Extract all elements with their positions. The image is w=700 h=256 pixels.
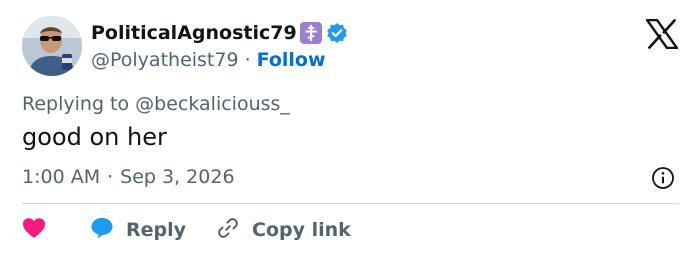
copy-link-label: Copy link — [252, 219, 351, 241]
orthodox-cross-icon — [299, 22, 322, 44]
user-handle[interactable]: @Polyatheist79 — [91, 49, 239, 71]
handle-row: @Polyatheist79 · Follow — [91, 48, 326, 72]
tweet-actions: Reply Copy link — [22, 216, 351, 244]
heart-icon — [22, 217, 46, 243]
info-icon[interactable] — [651, 166, 675, 190]
display-name[interactable]: PoliticalAgnostic79 — [91, 22, 297, 44]
user-name-row: PoliticalAgnostic79 — [91, 20, 348, 46]
replying-to-label[interactable]: Replying to @beckaliciouss_ — [22, 93, 290, 115]
follow-button[interactable]: Follow — [257, 49, 326, 71]
tweet-time: 1:00 AM — [22, 166, 101, 188]
handle-separator: · — [244, 49, 251, 71]
avatar-photo — [22, 16, 82, 76]
tweet-timestamp[interactable]: 1:00 AM · Sep 3, 2026 — [22, 166, 235, 188]
copy-link-button[interactable]: Copy link — [216, 216, 351, 244]
divider — [22, 203, 679, 204]
speech-bubble-icon — [90, 216, 114, 244]
verified-check-icon — [326, 22, 348, 44]
x-logo-icon[interactable] — [644, 18, 680, 50]
timestamp-separator: · — [107, 166, 114, 188]
tweet-embed-card: PoliticalAgnostic79 @Polyatheist79 · Fol… — [0, 0, 700, 256]
link-icon — [216, 216, 240, 244]
like-button[interactable] — [22, 216, 52, 244]
tweet-date: Sep 3, 2026 — [120, 166, 235, 188]
tweet-text: good on her — [22, 123, 167, 151]
reply-button[interactable]: Reply — [90, 216, 186, 244]
avatar[interactable] — [22, 16, 82, 76]
reply-label: Reply — [126, 219, 187, 241]
